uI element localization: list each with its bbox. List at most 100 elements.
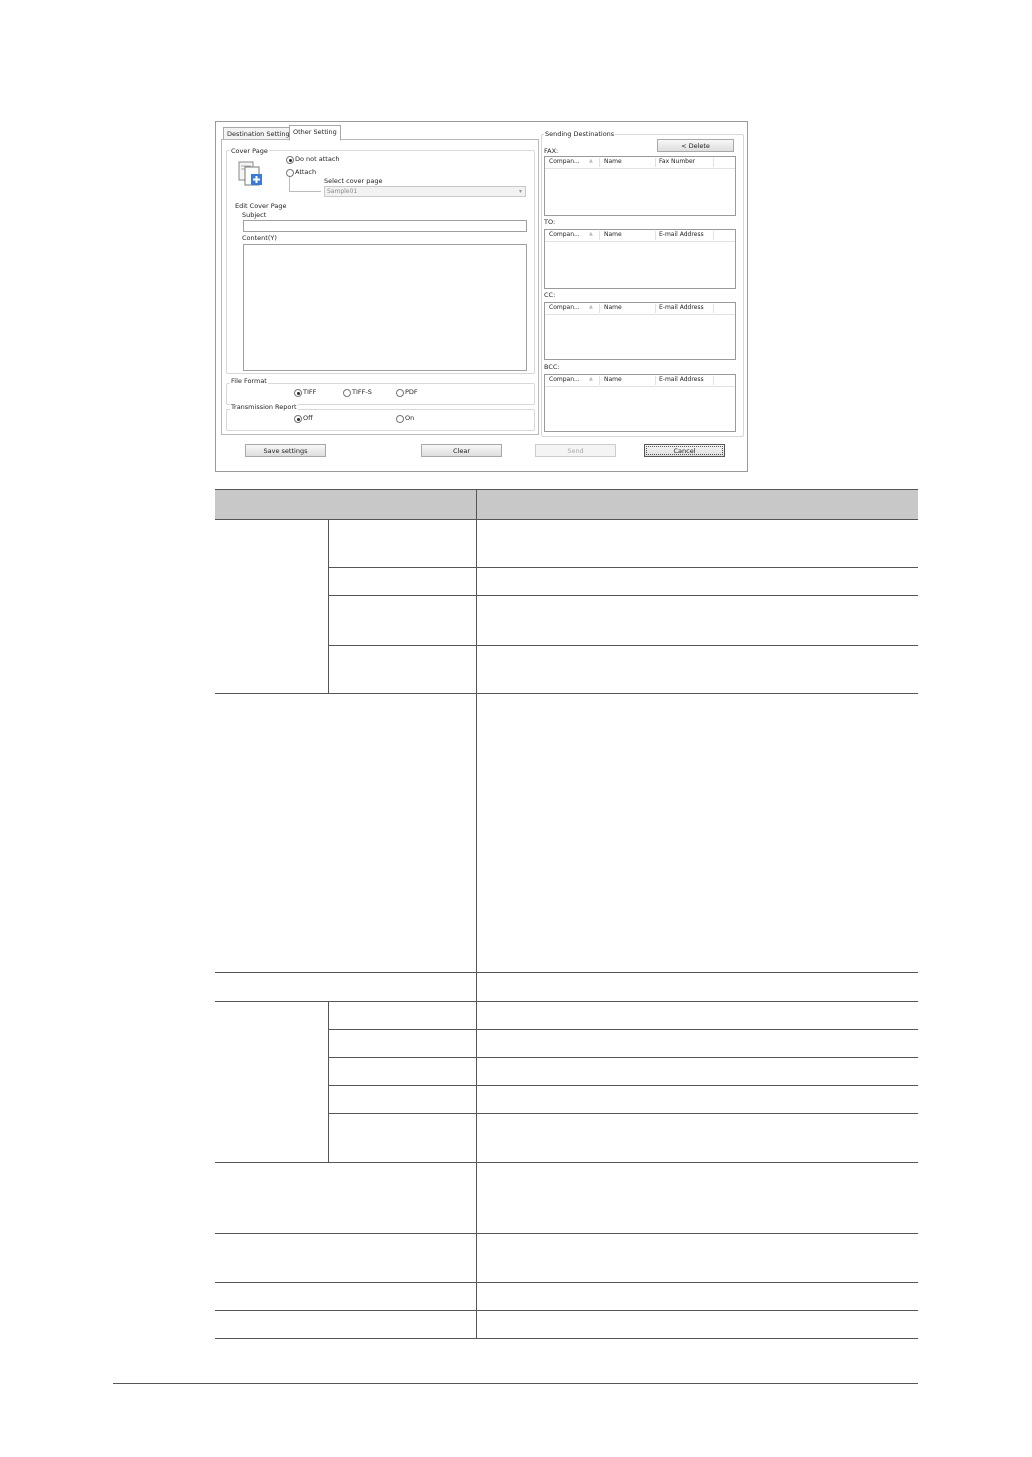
connector-line [289, 177, 290, 191]
radio-attach-label: Attach [295, 168, 317, 176]
table-cell [476, 1310, 918, 1339]
to-destination-list[interactable]: Compan... ▲ Name E-mail Address [544, 229, 736, 289]
chevron-down-icon: ▾ [518, 188, 522, 195]
table-row [215, 972, 918, 1002]
radio-attach[interactable] [286, 169, 294, 177]
other-setting-panel: Cover Page Do not attach Attach Select c… [221, 139, 539, 435]
select-cover-page-label: Select cover page [324, 177, 383, 185]
content-label: Content(Y) [242, 234, 277, 242]
column-name[interactable]: Name [604, 158, 622, 165]
subject-input[interactable] [243, 220, 527, 232]
table-cell [476, 1282, 918, 1311]
column-name[interactable]: Name [604, 304, 622, 311]
footer-divider [113, 1383, 918, 1384]
column-email-address[interactable]: E-mail Address [659, 231, 704, 238]
table-row [215, 1233, 918, 1283]
table-cell [476, 1233, 918, 1283]
column-fax-number[interactable]: Fax Number [659, 158, 695, 165]
table-cell [215, 1310, 477, 1339]
connector-line [289, 191, 321, 192]
column-company[interactable]: Compan... [549, 376, 580, 383]
radio-tiff-s-label: TIFF-S [352, 388, 372, 396]
table-cell [215, 1162, 477, 1234]
content-textarea[interactable] [243, 244, 527, 371]
send-button[interactable]: Send [535, 444, 616, 457]
table-row [215, 1001, 918, 1163]
table-row [215, 1310, 918, 1339]
table-cell [328, 1057, 477, 1086]
cover-page-select[interactable]: Sample01 ▾ [324, 186, 526, 197]
column-company[interactable]: Compan... [549, 158, 580, 165]
table-cell [476, 645, 918, 694]
table-header-row [215, 489, 918, 520]
cancel-button[interactable]: Cancel [644, 444, 725, 457]
tab-other-setting[interactable]: Other Setting [289, 125, 341, 141]
to-label: TO: [544, 218, 556, 226]
table-row [215, 1162, 918, 1234]
table-cell [215, 972, 477, 1002]
table-cell [476, 1057, 918, 1086]
table-cell [476, 1085, 918, 1114]
table-row [215, 1282, 918, 1311]
cover-page-title: Cover Page [230, 147, 269, 155]
table-cell [215, 693, 477, 973]
cc-destination-list[interactable]: Compan... ▲ Name E-mail Address [544, 302, 736, 360]
sending-destinations-title: Sending Destinations [544, 130, 616, 138]
table-cell [328, 1029, 477, 1058]
table-row [215, 693, 918, 973]
transmission-report-group [226, 409, 535, 431]
sort-up-icon: ▲ [589, 304, 593, 310]
list-header: Compan... ▲ Name E-mail Address [545, 230, 735, 242]
sort-up-icon: ▲ [589, 158, 593, 164]
table-cell [328, 1113, 477, 1163]
radio-report-off[interactable] [294, 415, 302, 423]
table-cell [476, 1001, 918, 1030]
bcc-destination-list[interactable]: Compan... ▲ Name E-mail Address [544, 374, 736, 432]
table-cell [215, 519, 329, 694]
table-cell [476, 693, 918, 973]
table-cell [476, 567, 918, 596]
file-format-title: File Format [230, 377, 268, 385]
table-cell [328, 1001, 477, 1030]
fax-label: FAX: [544, 147, 559, 155]
table-cell [328, 519, 477, 568]
table-cell [476, 519, 918, 568]
radio-report-on-label: On [405, 414, 415, 422]
cover-page-icon [238, 161, 264, 187]
radio-report-off-label: Off [303, 414, 313, 422]
table-cell [476, 1113, 918, 1163]
table-cell [328, 645, 477, 694]
file-format-group [226, 383, 535, 405]
sort-up-icon: ▲ [589, 376, 593, 382]
radio-tiff[interactable] [294, 389, 302, 397]
delete-button[interactable]: < Delete [657, 139, 734, 152]
list-header: Compan... ▲ Name E-mail Address [545, 303, 735, 315]
cover-page-select-value: Sample01 [327, 188, 358, 195]
column-name[interactable]: Name [604, 376, 622, 383]
table-header-item [215, 489, 477, 520]
table-cell [215, 1282, 477, 1311]
fax-settings-dialog: Destination Settings Other Setting Cover… [215, 121, 748, 472]
table-cell [215, 1001, 329, 1163]
column-company[interactable]: Compan... [549, 231, 580, 238]
clear-button[interactable]: Clear [421, 444, 502, 457]
table-row [215, 519, 918, 694]
sort-up-icon: ▲ [589, 231, 593, 237]
radio-pdf[interactable] [396, 389, 404, 397]
table-cell [476, 1162, 918, 1234]
radio-do-not-attach[interactable] [286, 156, 294, 164]
table-cell [328, 567, 477, 596]
fax-destination-list[interactable]: Compan... ▲ Name Fax Number [544, 156, 736, 216]
radio-report-on[interactable] [396, 415, 404, 423]
save-settings-button[interactable]: Save settings [245, 444, 326, 457]
list-header: Compan... ▲ Name E-mail Address [545, 375, 735, 387]
column-email-address[interactable]: E-mail Address [659, 304, 704, 311]
column-company[interactable]: Compan... [549, 304, 580, 311]
table-cell [215, 1233, 477, 1283]
column-email-address[interactable]: E-mail Address [659, 376, 704, 383]
radio-do-not-attach-label: Do not attach [295, 155, 340, 163]
column-name[interactable]: Name [604, 231, 622, 238]
radio-pdf-label: PDF [405, 388, 418, 396]
table-cell [476, 1029, 918, 1058]
radio-tiff-s[interactable] [343, 389, 351, 397]
